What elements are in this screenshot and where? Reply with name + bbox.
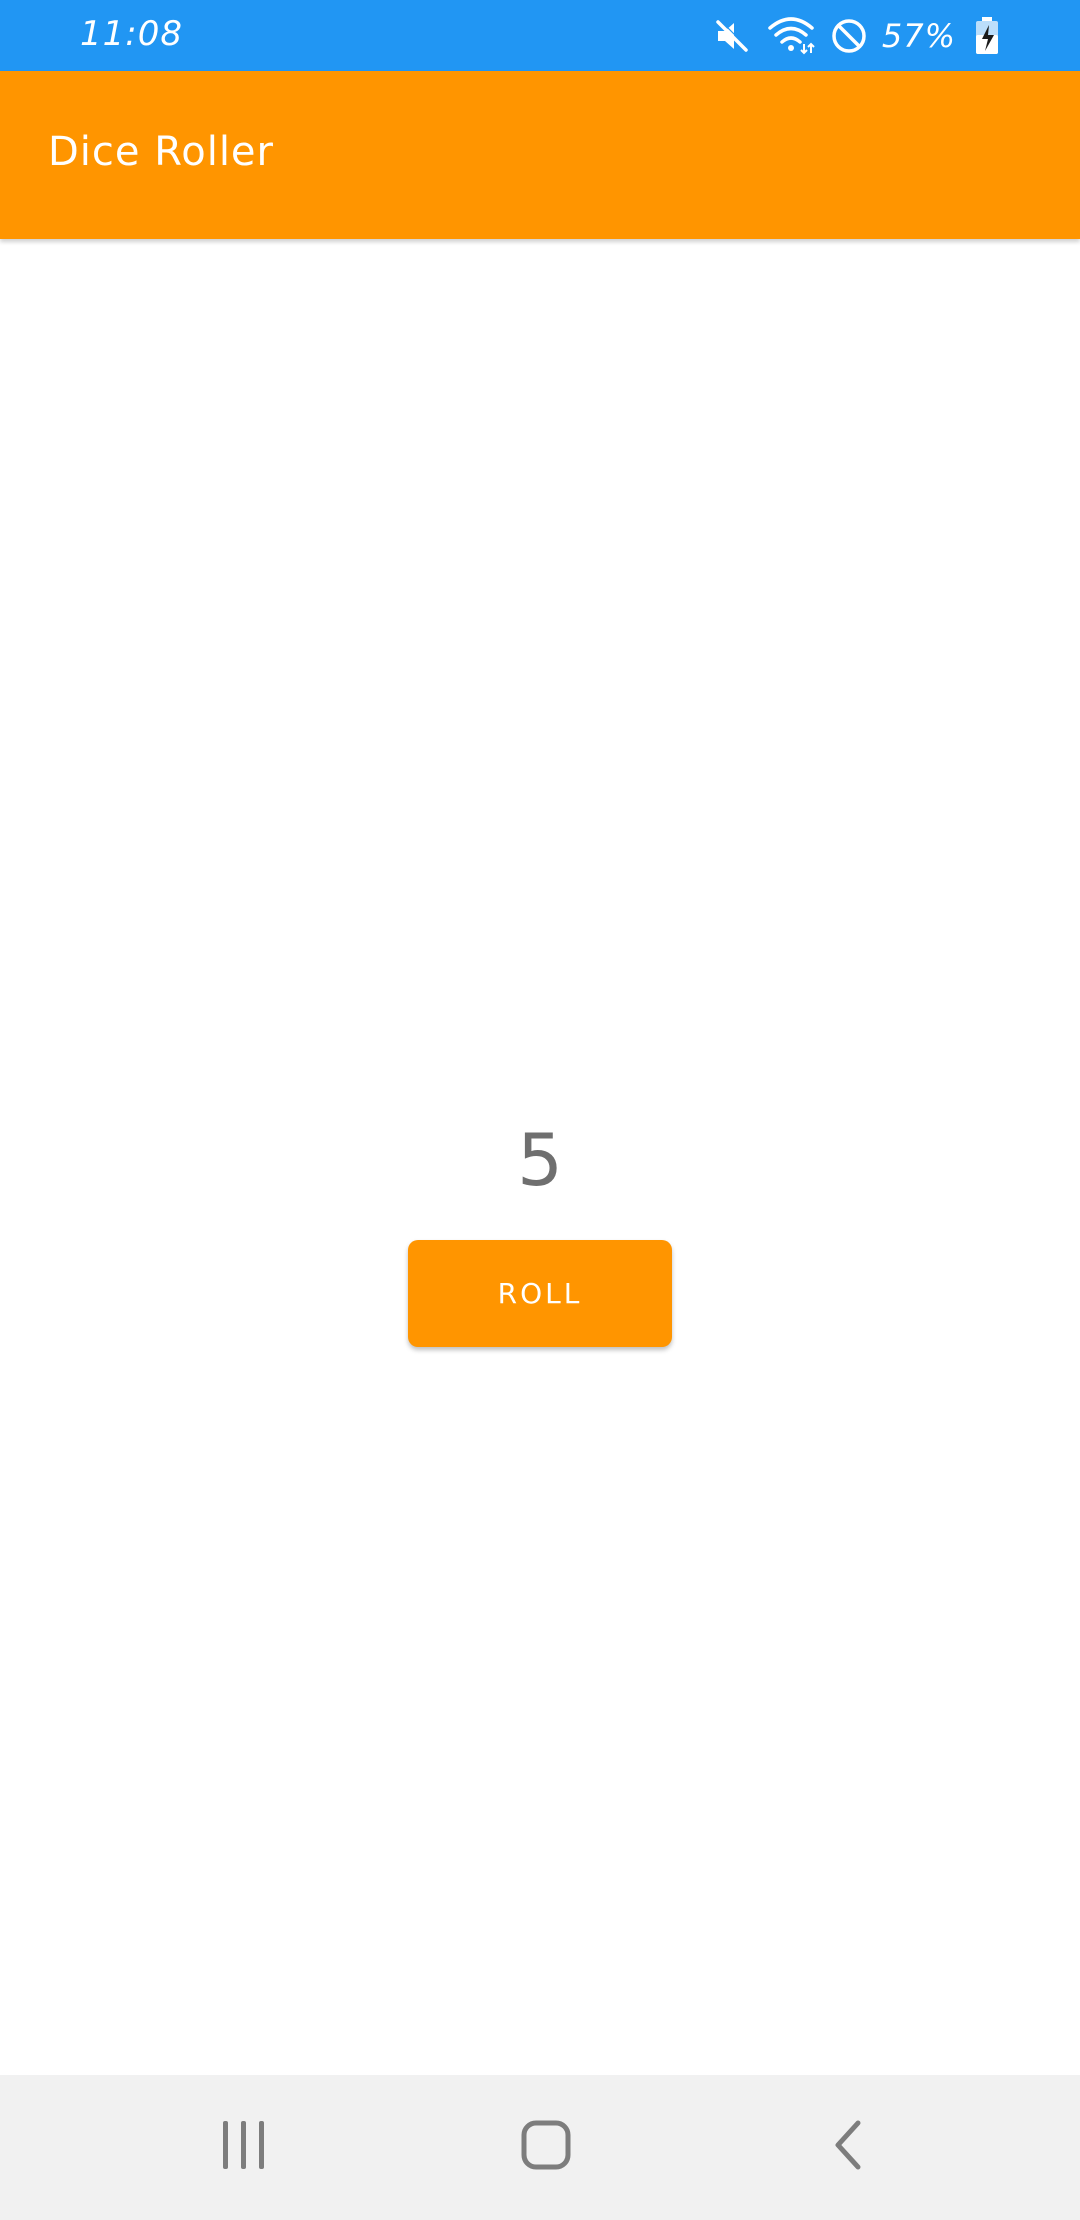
app-title: Dice Roller [48, 129, 274, 175]
back-button[interactable] [808, 2107, 888, 2187]
recents-button[interactable] [204, 2107, 284, 2187]
battery-percent: 57% [881, 17, 956, 55]
wifi-icon [766, 16, 816, 56]
navigation-bar [0, 2075, 1080, 2220]
status-bar: 11:08 57% [0, 0, 1080, 71]
home-button[interactable] [506, 2107, 586, 2187]
home-icon [520, 2119, 572, 2175]
back-icon [828, 2119, 868, 2175]
dice-result: 5 [517, 1118, 563, 1202]
status-icons: 57% [712, 12, 1000, 60]
recents-icon [220, 2119, 268, 2175]
screen: 11:08 57% Dice Roller 5 ROLL [0, 0, 1080, 2220]
mute-icon [712, 16, 752, 56]
do-not-disturb-icon [830, 17, 868, 55]
roll-button[interactable]: ROLL [408, 1240, 672, 1347]
app-bar: Dice Roller [0, 71, 1080, 239]
status-time: 11:08 [80, 14, 183, 54]
battery-charging-icon [974, 16, 1000, 56]
